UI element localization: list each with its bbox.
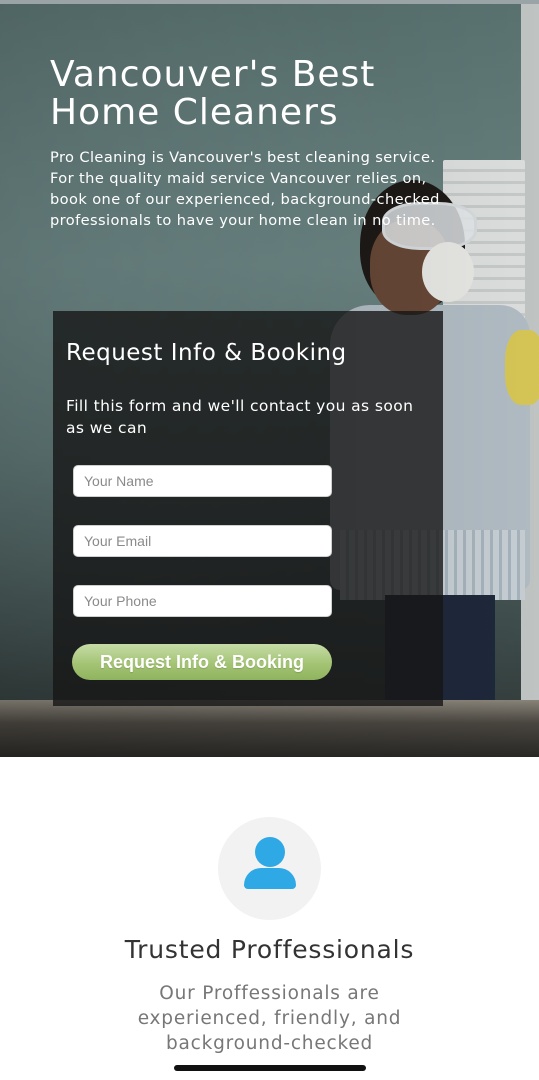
feature-description: Our Proffessionals are experienced, frie… xyxy=(137,983,402,1054)
hero-title: Vancouver's Best Home Cleaners xyxy=(50,54,376,133)
request-booking-button[interactable]: Request Info & Booking xyxy=(72,644,332,680)
home-indicator[interactable] xyxy=(174,1065,366,1071)
hero-section: Vancouver's Best Home Cleaners Pro Clean… xyxy=(0,0,539,757)
top-edge xyxy=(0,0,539,4)
phone-input[interactable] xyxy=(73,585,332,617)
user-icon xyxy=(243,835,297,891)
form-subtitle: Fill this form and we'll contact you as … xyxy=(66,397,414,437)
icon-circle xyxy=(218,817,321,920)
name-input[interactable] xyxy=(73,465,332,497)
feature-section: Trusted Proffessionals Our Proffessional… xyxy=(0,757,539,1080)
booking-form-panel: Request Info & Booking Fill this form an… xyxy=(53,311,443,706)
feature-title: Trusted Proffessionals xyxy=(124,935,415,964)
hero-description: Pro Cleaning is Vancouver's best cleanin… xyxy=(50,149,440,229)
email-input[interactable] xyxy=(73,525,332,557)
form-title: Request Info & Booking xyxy=(66,340,347,366)
